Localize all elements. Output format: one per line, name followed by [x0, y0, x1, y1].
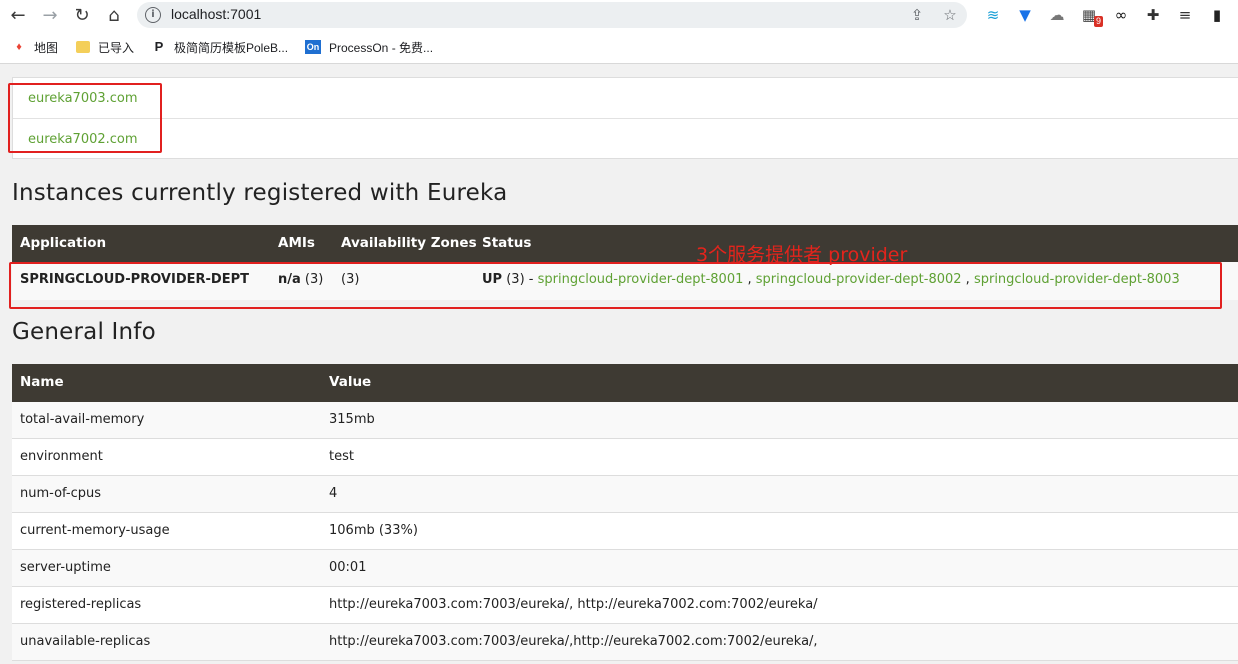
info-value: 4	[329, 486, 338, 501]
info-value: 315mb	[329, 412, 375, 427]
zones-cell: (3)	[341, 272, 360, 287]
amis-cell: n/a (3)	[278, 272, 323, 287]
instances-title: Instances currently registered with Eure…	[12, 180, 508, 206]
bookmark-star-icon[interactable]: ☆	[940, 5, 960, 25]
instances-table-header: Application AMIs Availability Zones Stat…	[12, 225, 1238, 263]
status-cell: UP (3) - springcloud-provider-dept-8001 …	[482, 272, 1180, 287]
bookmark-poleb[interactable]: P 极简简历模板PoleB...	[152, 38, 288, 56]
back-arrow-icon[interactable]: ←	[6, 3, 30, 27]
table-row: server-uptime 00:01	[12, 550, 1238, 587]
sidepanel-icon[interactable]: ▮	[1206, 4, 1228, 26]
infinity-icon[interactable]: ∞	[1110, 4, 1132, 26]
info-value: 00:01	[329, 560, 367, 575]
bookmark-label: ProcessOn - 免费...	[329, 40, 434, 55]
wifi-icon[interactable]: ≋	[982, 4, 1004, 26]
map-pin-icon: ♦	[16, 41, 22, 53]
address-bar[interactable]: i localhost:7001 ⇪ ☆	[137, 2, 967, 28]
badge-count: 9	[1093, 16, 1103, 27]
folder-icon	[76, 41, 90, 53]
table-row: environment test	[12, 439, 1238, 476]
general-info-title: General Info	[12, 319, 156, 345]
bookmark-label: 极简简历模板PoleB...	[174, 40, 289, 55]
info-value: http://eureka7003.com:7003/eureka/, http…	[329, 597, 818, 612]
bookmark-map[interactable]: ♦ 地图	[12, 38, 58, 56]
list-item: eureka7002.com	[13, 119, 1238, 160]
reload-icon[interactable]: ↻	[70, 3, 94, 27]
table-row: current-memory-usage 106mb (33%)	[12, 513, 1238, 550]
annotation-text: 3个服务提供者 provider	[696, 244, 908, 266]
poleb-icon: P	[154, 39, 164, 54]
bookmarks-bar: ♦ 地图 已导入 P 极简简历模板PoleB... On ProcessOn -…	[0, 31, 1238, 64]
column-header-status: Status	[482, 235, 532, 251]
site-info-icon[interactable]: i	[145, 7, 161, 23]
column-header-name: Name	[20, 374, 64, 390]
bookmark-imported[interactable]: 已导入	[76, 38, 134, 56]
column-header-application: Application	[20, 235, 107, 251]
table-row: unavailable-replicas http://eureka7003.co…	[12, 624, 1238, 661]
playlist-icon[interactable]: ≡	[1174, 4, 1196, 26]
info-name: registered-replicas	[20, 597, 142, 612]
table-row: registered-replicas http://eureka7003.com…	[12, 587, 1238, 624]
bookmark-processon[interactable]: On ProcessOn - 免费...	[305, 38, 433, 56]
processon-icon: On	[305, 40, 321, 54]
info-name: current-memory-usage	[20, 523, 170, 538]
info-name: total-avail-memory	[20, 412, 145, 427]
replica-link-7002[interactable]: eureka7002.com	[28, 132, 138, 147]
replica-link-7003[interactable]: eureka7003.com	[28, 91, 138, 106]
eureka-page: eureka7003.com eureka7002.com Instances …	[0, 65, 1238, 664]
info-name: num-of-cpus	[20, 486, 101, 501]
info-name: environment	[20, 449, 103, 464]
table-row: total-avail-memory 315mb	[12, 402, 1238, 439]
replica-list: eureka7003.com eureka7002.com	[12, 77, 1238, 159]
table-row: SPRINGCLOUD-PROVIDER-DEPT n/a (3) (3) UP…	[12, 262, 1238, 300]
info-value: http://eureka7003.com:7003/eureka/,http:…	[329, 634, 818, 649]
separator: ,	[961, 272, 974, 287]
column-header-zones: Availability Zones	[341, 235, 477, 251]
info-value: 106mb (33%)	[329, 523, 418, 538]
url-text[interactable]: localhost:7001	[171, 6, 261, 22]
share-icon[interactable]: ⇪	[907, 5, 927, 25]
table-row: num-of-cpus 4	[12, 476, 1238, 513]
puzzle-icon[interactable]: ✚	[1142, 4, 1164, 26]
column-header-value: Value	[329, 374, 372, 390]
amis-value: n/a	[278, 272, 301, 287]
status-count: (3) -	[502, 272, 538, 287]
browser-toolbar: ← → ↻ ⌂ i localhost:7001 ⇪ ☆ ≋ ▼ ☁ ▦ 9 ∞ ✚ ≡ ▮	[0, 0, 1238, 31]
home-icon[interactable]: ⌂	[102, 3, 126, 27]
cloud-icon[interactable]: ☁	[1046, 4, 1068, 26]
list-item: eureka7003.com	[13, 78, 1238, 119]
info-value: test	[329, 449, 354, 464]
info-name: server-uptime	[20, 560, 111, 575]
application-name: SPRINGCLOUD-PROVIDER-DEPT	[20, 272, 249, 287]
v-icon[interactable]: ▼	[1014, 4, 1036, 26]
instance-link-8001[interactable]: springcloud-provider-dept-8001	[538, 272, 744, 287]
info-name: unavailable-replicas	[20, 634, 151, 649]
bookmark-label: 地图	[34, 40, 59, 55]
column-header-amis: AMIs	[278, 235, 315, 251]
bookmark-label: 已导入	[98, 40, 135, 55]
forward-arrow-icon[interactable]: →	[38, 3, 62, 27]
general-info-table-header: Name Value	[12, 364, 1238, 402]
status-up: UP	[482, 272, 503, 287]
separator: ,	[743, 272, 756, 287]
instance-link-8002[interactable]: springcloud-provider-dept-8002	[756, 272, 962, 287]
grid-icon[interactable]: ▦ 9	[1078, 4, 1103, 27]
amis-count: (3)	[300, 272, 324, 287]
instance-link-8003[interactable]: springcloud-provider-dept-8003	[974, 272, 1180, 287]
